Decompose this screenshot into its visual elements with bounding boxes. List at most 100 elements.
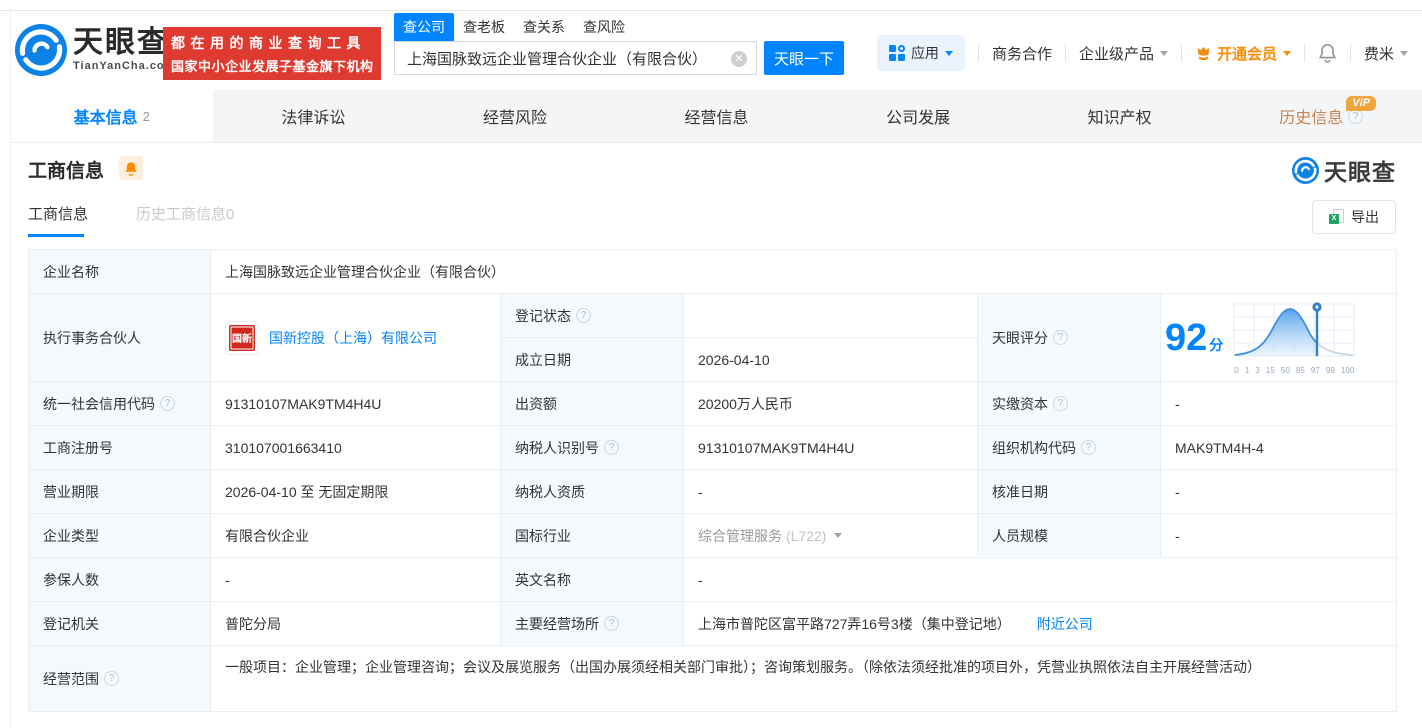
search-type-tabs: 查公司 查老板 查关系 查风险 [394,13,844,41]
english-name-value: - [684,558,1397,602]
help-icon[interactable]: ? [104,671,119,686]
subtabs: 工商信息 历史工商信息0 [28,203,282,237]
capital-value: 20200万人民币 [684,382,978,426]
tab-operating-risk[interactable]: 经营风险 [414,90,616,142]
menu-divider [1349,44,1351,62]
monitor-bell-button[interactable] [119,156,143,180]
chevron-down-icon[interactable] [834,533,843,538]
label-text: 纳税人识别号 [515,439,599,456]
site-logo[interactable]: 天眼查 TianYanCha.com [15,24,175,76]
apps-menu-button[interactable]: 应用 [876,35,965,71]
enterprise-label: 企业级产品 [1078,45,1154,63]
menu-item-vip[interactable]: 开通会员 [1195,43,1291,64]
menu-divider [1064,44,1066,62]
cooperation-label: 商务合作 [991,45,1052,63]
company-nav-tabs: 基本信息 2 法律诉讼 经营风险 经营信息 公司发展 知识产权 VIP 历史信息… [11,90,1422,143]
industry-value[interactable]: 综合管理服务 (L722) [684,514,978,558]
executive-partner-value: 国新 国新控股（上海）有限公司 [211,294,501,382]
search-tab-boss[interactable]: 查老板 [454,13,514,41]
tab-legal-proceedings[interactable]: 法律诉讼 [213,90,415,142]
approval-date-value: - [1161,470,1397,514]
promo-banner-line1: 都在用的商业查询工具 [171,34,366,51]
business-term-value: 2026-04-10 至 无固定期限 [211,470,501,514]
tab-operating-info[interactable]: 经营信息 [616,90,818,142]
tab-label: 历史信息 [1279,110,1344,127]
help-icon[interactable]: ? [160,396,175,411]
english-name-label: 英文名称 [501,558,684,602]
export-button[interactable]: X 导出 [1312,200,1396,234]
search-button[interactable]: 天眼一下 [764,41,844,75]
menu-divider [977,44,979,62]
taxpayer-id-value: 91310107MAK9TM4H4U [684,426,978,470]
label-text: 天眼评分 [992,329,1048,346]
tab-intellectual-property[interactable]: 知识产权 [1019,90,1221,142]
uscc-label: 统一社会信用代码 ? [29,382,211,426]
notification-bell-icon[interactable] [1318,43,1337,63]
business-term-label: 营业期限 [29,470,211,514]
partner-logo: 国新 [225,320,259,355]
industry-name: 综合管理服务 [698,527,782,544]
tab-history-info[interactable]: VIP 历史信息 ? [1220,90,1422,142]
chevron-down-icon [944,50,953,56]
section-title: 工商信息 [28,161,105,182]
label-text: 统一社会信用代码 [43,395,155,412]
registration-authority-label: 登记机关 [29,602,211,646]
nearby-companies-link[interactable]: 附近公司 [1037,614,1093,634]
apps-grid-icon [888,45,905,61]
partner-company-link[interactable]: 国新控股（上海）有限公司 [269,328,437,348]
business-scope-label: 经营范围 ? [29,646,211,712]
score-distribution-chart: 0 1 3 15 50 85 97 99 100 [1233,300,1355,375]
menu-item-cooperation[interactable]: 商务合作 [992,43,1052,64]
company-name-label: 企业名称 [29,250,211,294]
registration-number-value: 310107001663410 [211,426,501,470]
menu-divider [1303,44,1305,62]
registration-status-label: 登记状态 ? [501,294,684,338]
help-icon[interactable]: ? [604,440,619,455]
help-icon[interactable]: ? [1053,396,1068,411]
crown-icon [1197,46,1210,60]
approval-date-label: 核准日期 [978,470,1161,514]
score-unit: 分 [1209,336,1224,353]
help-icon[interactable]: ? [576,308,591,323]
subtab-history-business-info[interactable]: 历史工商信息0 [136,203,234,237]
tab-company-development[interactable]: 公司发展 [817,90,1019,142]
promo-banner: 都在用的商业查询工具 国家中小企业发展子基金旗下机构 [163,27,381,80]
score-number: 92 [1165,316,1208,359]
org-code-value: MAK9TM4H-4 [1161,426,1397,470]
registration-number-label: 工商注册号 [29,426,211,470]
subtab-business-info[interactable]: 工商信息 [28,203,88,237]
site-header: 天眼查 TianYanCha.com 都在用的商业查询工具 国家中小企业发展子基… [11,11,1422,90]
search-input[interactable] [395,42,756,74]
search-tab-relation[interactable]: 查关系 [514,13,574,41]
clear-search-icon[interactable]: ✕ [731,51,747,67]
taxpayer-qualification-label: 纳税人资质 [501,470,684,514]
help-icon[interactable]: ? [1081,440,1096,455]
tab-basic-info[interactable]: 基本信息 2 [11,90,213,142]
business-address-value: 上海市普陀区富平路727弄16号3楼（集中登记地） 附近公司 [684,602,1397,646]
search-tab-company[interactable]: 查公司 [394,13,454,41]
export-label: 导出 [1351,209,1379,225]
business-info-table: 企业名称 上海国脉致远企业管理合伙企业（有限合伙） 执行事务合伙人 国新 国新控… [28,249,1397,712]
label-text: 经营范围 [43,670,99,687]
menu-item-enterprise[interactable]: 企业级产品 [1079,43,1168,64]
search-tab-risk[interactable]: 查风险 [574,13,634,41]
registration-status-value [684,294,978,338]
help-icon[interactable]: ? [1053,330,1068,345]
tab-label: 法律诉讼 [281,110,346,127]
established-date-value: 2026-04-10 [684,338,978,382]
bell-icon [125,161,137,176]
business-scope-value: 一般项目：企业管理；企业管理咨询；会议及展览服务（出国办展须经相关部门审批）；咨… [211,646,1397,712]
address-text: 上海市普陀区富平路727弄16号3楼（集中登记地） [698,615,1011,632]
username-label: 费米 [1363,45,1394,63]
chevron-down-icon [1400,50,1408,56]
org-code-label: 组织机构代码 ? [978,426,1161,470]
watermark-logo: 天眼查 [1292,153,1396,187]
logo-name: 天眼查 [73,26,169,59]
user-account-menu[interactable]: 费米 [1364,43,1408,64]
vip-badge: VIP [1346,96,1377,111]
header-menu: 应用 商务合作 企业级产品 开通会员 费米 [876,35,1408,71]
logo-domain: TianYanCha.com [73,60,176,72]
tab-count-badge: 2 [142,108,150,124]
industry-label: 国标行业 [501,514,684,558]
help-icon[interactable]: ? [604,616,619,631]
